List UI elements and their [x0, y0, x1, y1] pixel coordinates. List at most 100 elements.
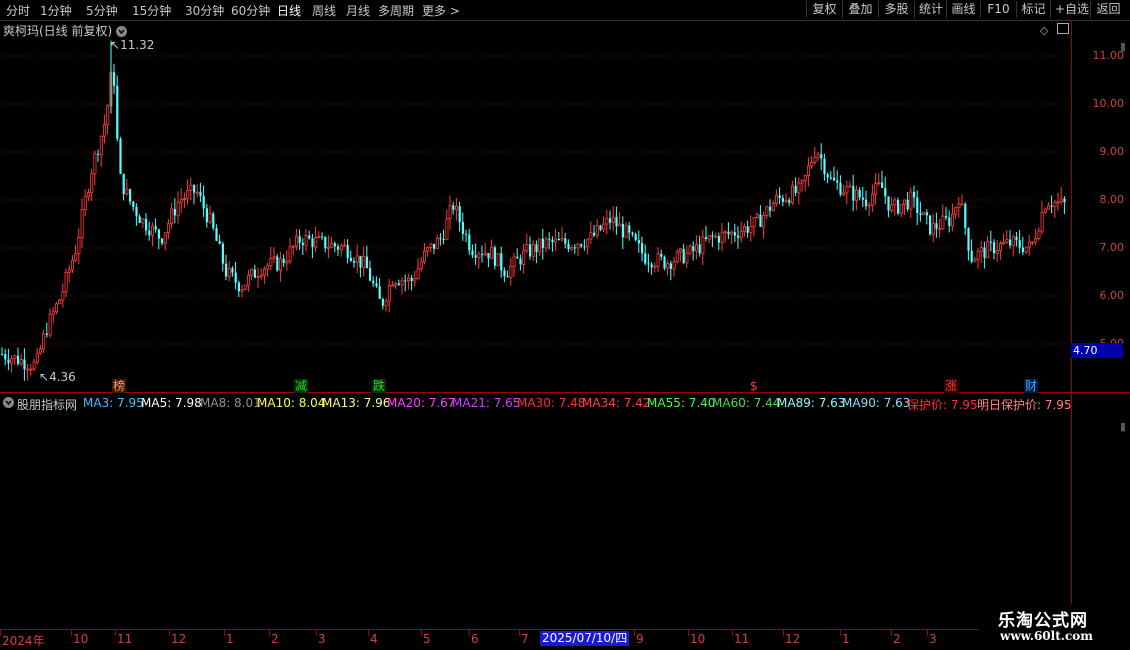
period-tab-more[interactable]: 更多 >: [422, 2, 460, 19]
candle: [1040, 200, 1044, 235]
low-price-label: ↖4.36: [39, 370, 76, 384]
candle: [858, 187, 861, 201]
period-tab-daily[interactable]: 日线: [277, 2, 301, 19]
candle: [1027, 234, 1031, 256]
period-tab-multi[interactable]: 多周期: [378, 2, 414, 19]
candle: [583, 239, 586, 251]
candle: [820, 143, 823, 171]
candle: [439, 232, 442, 246]
candle: [675, 249, 679, 264]
candle: [653, 262, 657, 273]
overlay-button[interactable]: 叠加: [842, 1, 878, 18]
candle: [720, 222, 724, 252]
candle: [624, 222, 628, 239]
candle: [1002, 233, 1006, 245]
period-tab-weekly[interactable]: 周线: [312, 2, 336, 19]
candle: [240, 284, 244, 298]
candle: [1047, 202, 1051, 210]
period-tab-5min[interactable]: 5分钟: [86, 2, 118, 19]
candle: [435, 234, 439, 250]
event-marker[interactable]: 榜: [112, 379, 127, 393]
event-marker[interactable]: 财: [1024, 379, 1039, 393]
f10-button[interactable]: F10: [980, 1, 1016, 18]
candle: [32, 358, 36, 372]
candle: [778, 187, 781, 205]
candle: [272, 246, 276, 264]
candle: [938, 218, 942, 238]
candle: [599, 224, 602, 232]
side-glyph: ▮: [1120, 40, 1127, 53]
candle: [4, 348, 7, 366]
candle: [148, 221, 151, 241]
candle: [58, 298, 62, 305]
candle: [276, 254, 279, 272]
candle: [973, 256, 977, 263]
candle: [337, 243, 340, 256]
period-tab-30min[interactable]: 30分钟: [185, 2, 224, 19]
candle: [170, 202, 174, 229]
candle: [202, 185, 205, 218]
more-label: 更多: [422, 4, 447, 18]
statistics-button[interactable]: 统计: [914, 1, 946, 18]
candle: [538, 238, 542, 256]
candle: [979, 240, 983, 263]
candle: [970, 239, 973, 264]
candle: [150, 222, 154, 247]
time-label: 10: [690, 632, 706, 646]
candle: [113, 63, 116, 95]
event-marker[interactable]: 涨: [944, 379, 959, 393]
candle: [769, 199, 772, 218]
pane-divider: [0, 392, 1130, 393]
candle: [845, 180, 849, 205]
mark-button[interactable]: 标记: [1016, 1, 1050, 18]
restore-rights-button[interactable]: 复权: [806, 1, 842, 18]
candle: [397, 279, 400, 287]
candle: [7, 348, 10, 371]
period-tab-60min[interactable]: 60分钟: [231, 2, 270, 19]
time-tick: [316, 630, 317, 636]
period-tab-fenshi[interactable]: 分时: [6, 2, 30, 19]
multi-stock-button[interactable]: 多股: [878, 1, 914, 18]
indicator-pane[interactable]: [0, 395, 1070, 627]
candle: [544, 236, 548, 252]
candle: [506, 270, 509, 278]
period-tab-monthly[interactable]: 月线: [346, 2, 370, 19]
candle: [916, 190, 919, 225]
candle: [522, 243, 526, 274]
candle: [519, 254, 522, 271]
candle: [48, 308, 52, 338]
candle: [26, 363, 30, 381]
candle: [861, 187, 864, 208]
candle: [195, 184, 199, 198]
candle: [733, 223, 736, 243]
period-tab-1min[interactable]: 1分钟: [40, 2, 72, 19]
candle: [218, 234, 221, 245]
event-marker[interactable]: 跌: [372, 379, 387, 393]
period-tab-15min[interactable]: 15分钟: [132, 2, 171, 19]
candle: [791, 180, 795, 206]
candle: [913, 185, 916, 208]
candle: [474, 243, 477, 265]
add-watchlist-button[interactable]: +自选: [1050, 1, 1090, 18]
candle: [983, 241, 986, 269]
candle: [637, 230, 640, 253]
candle: [823, 153, 826, 181]
event-marker[interactable]: $: [749, 379, 759, 393]
candle: [650, 261, 653, 275]
time-tick: [634, 630, 635, 636]
candle: [362, 246, 366, 277]
candle: [887, 196, 890, 218]
candle: [189, 177, 193, 201]
candle: [836, 170, 839, 190]
candle: [35, 347, 39, 365]
time-label: 2024年: [2, 634, 45, 648]
candle: [855, 185, 859, 210]
time-label: 5: [423, 632, 431, 646]
candle: [605, 209, 609, 235]
event-marker[interactable]: 减: [294, 379, 309, 393]
time-tick: [269, 630, 270, 636]
candle: [129, 188, 132, 206]
draw-line-button[interactable]: 画线: [946, 1, 980, 18]
candlestick-chart[interactable]: [0, 21, 1070, 392]
back-button[interactable]: 返回: [1090, 1, 1126, 18]
